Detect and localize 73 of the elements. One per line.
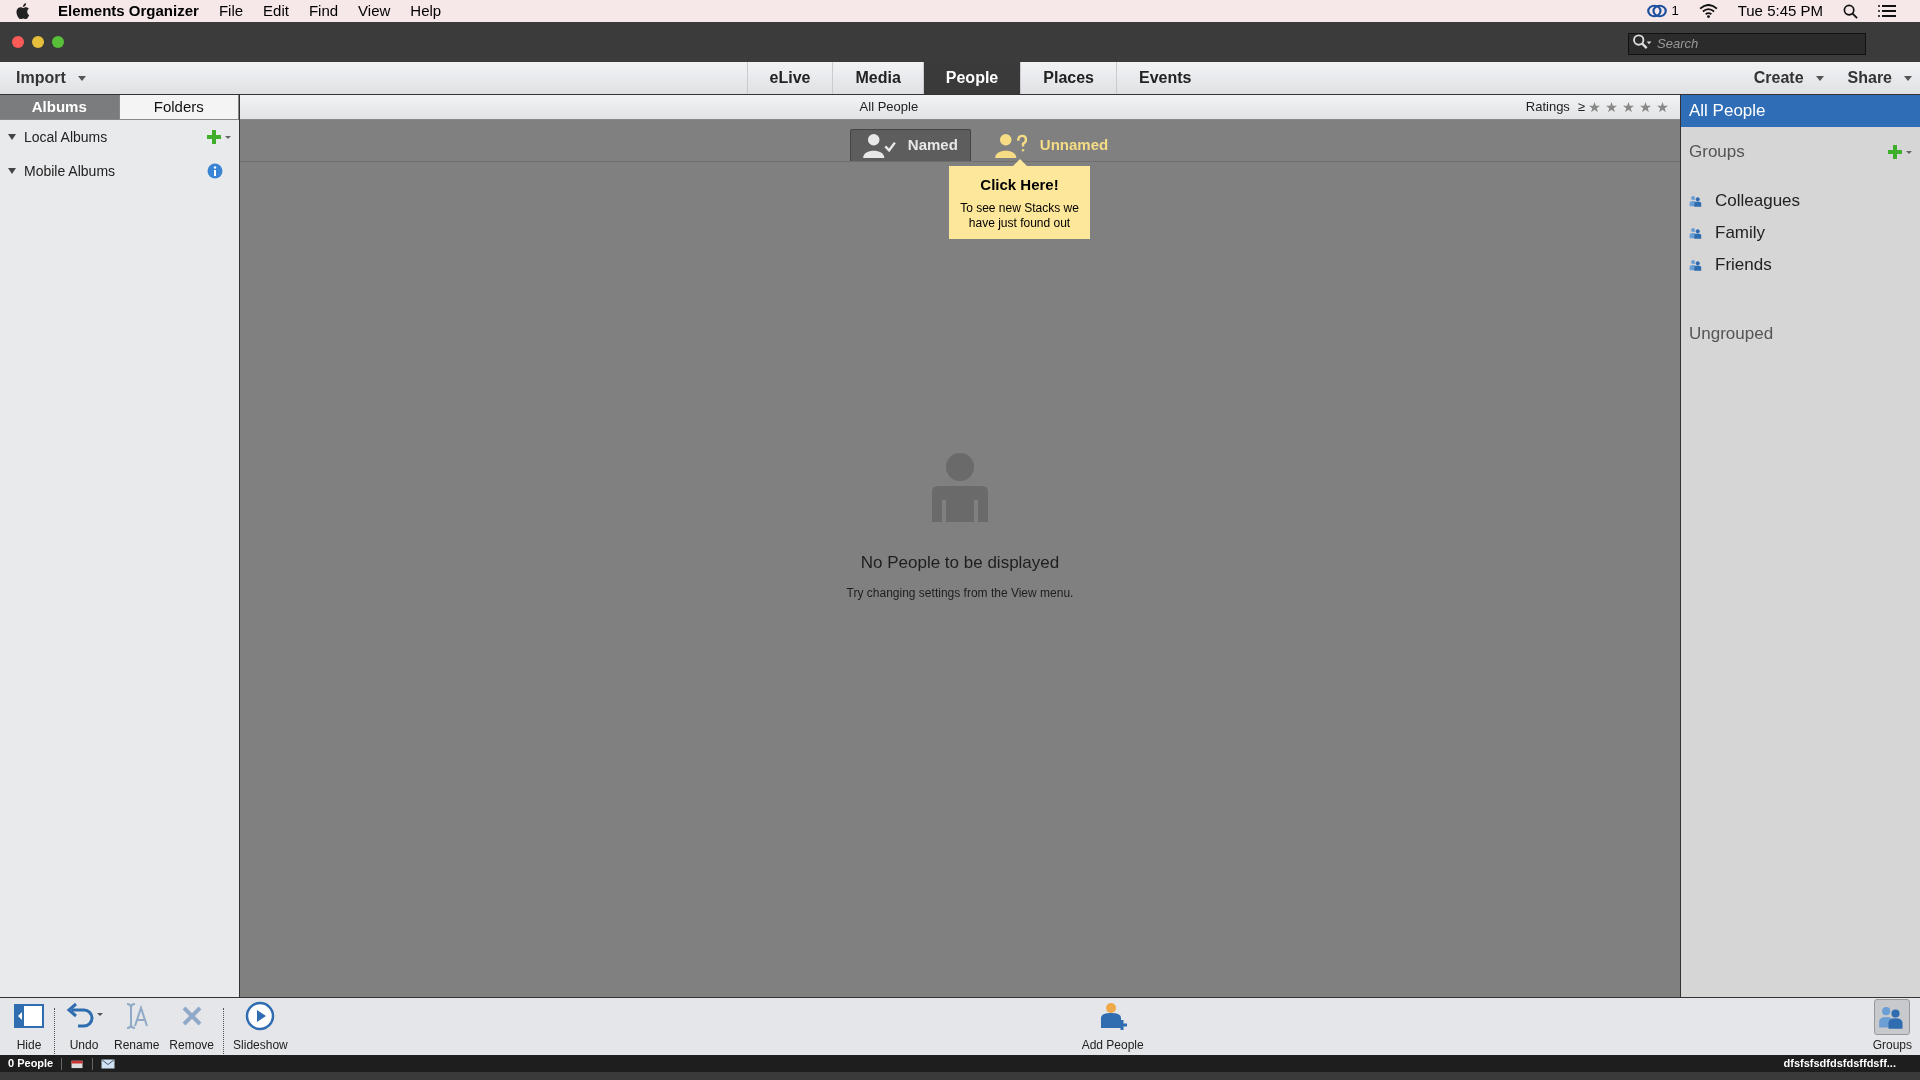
menu-item[interactable]: Find <box>308 0 339 23</box>
nav-tab[interactable]: eLive <box>746 62 833 94</box>
info-icon[interactable] <box>207 163 223 179</box>
menu-item[interactable]: Edit <box>263 0 289 23</box>
wifi-icon[interactable] <box>1698 4 1718 18</box>
toolbar-button[interactable]: Slideshow <box>228 999 293 1054</box>
star-icon[interactable] <box>1606 101 1617 113</box>
disclosure-triangle[interactable] <box>8 134 16 140</box>
album-section[interactable]: Local Albums <box>24 126 199 148</box>
star-icon[interactable] <box>1589 101 1600 113</box>
ratings-operator[interactable]: ≥ <box>1577 97 1585 117</box>
import-button[interactable]: Import <box>16 66 86 90</box>
menu-clock[interactable]: Tue 5:45 PM <box>1737 0 1823 23</box>
caret-icon <box>1904 75 1912 81</box>
list-icon[interactable] <box>1878 4 1896 18</box>
panel-tab[interactable]: Folders <box>119 95 239 119</box>
menu-item[interactable]: View <box>358 0 391 23</box>
nav-tab[interactable]: Places <box>1020 62 1116 94</box>
disclosure-triangle[interactable] <box>8 168 16 174</box>
filter-tab[interactable]: Named <box>849 129 971 161</box>
group-icon <box>1689 227 1703 239</box>
tooltip-text: To see new Stacks we have just found out <box>959 200 1080 231</box>
toolbar-button[interactable]: Add People <box>1081 999 1144 1054</box>
toolbar-button[interactable]: Hide <box>8 999 50 1054</box>
close-button[interactable] <box>12 36 24 48</box>
all-people-item[interactable]: All People <box>1681 95 1920 127</box>
caret-icon <box>77 75 86 81</box>
tooltip[interactable]: Click Here! To see new Stacks we have just found out <box>949 166 1090 239</box>
tooltip-title: Click Here! <box>979 175 1060 195</box>
toolbar-button[interactable]: Remove <box>164 999 220 1054</box>
group-icon <box>1689 259 1703 271</box>
group-item[interactable]: Friends <box>1681 249 1920 281</box>
toolbar-button[interactable]: Groups <box>1872 999 1912 1054</box>
group-item[interactable]: Family <box>1681 217 1920 249</box>
panel-tab[interactable]: Albums <box>0 95 120 119</box>
nav-tab[interactable]: Media <box>832 62 923 94</box>
app-name[interactable]: Elements Organizer <box>58 0 199 23</box>
empty-title: No People to be displayed <box>860 552 1060 574</box>
ungrouped-item[interactable]: Ungrouped <box>1681 321 1920 347</box>
zoom-button[interactable] <box>52 36 64 48</box>
group-icon <box>1689 195 1703 207</box>
person-check-icon <box>862 133 896 158</box>
people-count: 0 People <box>8 1056 54 1072</box>
calendar-icon[interactable] <box>70 1058 85 1069</box>
toolbar-button[interactable]: Rename <box>109 999 165 1054</box>
empty-hint: Try changing settings from the View menu. <box>846 584 1074 602</box>
menu-item[interactable]: File <box>218 0 244 23</box>
play-icon <box>244 999 277 1032</box>
album-section[interactable]: Mobile Albums <box>24 160 199 182</box>
caret-icon <box>1815 75 1824 81</box>
star-icon[interactable] <box>1657 101 1668 113</box>
menu-button[interactable]: Share <box>1847 66 1912 90</box>
mail-icon[interactable] <box>101 1058 116 1069</box>
status-text: dfsfsfsdfdsfdsffdsff... <box>1783 1056 1896 1072</box>
groups-heading: Groups <box>1689 141 1746 164</box>
star-icon[interactable] <box>1623 101 1634 113</box>
star-icon[interactable] <box>1640 101 1651 113</box>
search-icon[interactable] <box>1843 3 1858 19</box>
view-heading: All People <box>859 98 919 117</box>
menu-item[interactable]: Help <box>410 0 442 23</box>
search-icon <box>1632 34 1652 49</box>
cloud-icon[interactable] <box>1647 4 1668 18</box>
menu-button[interactable]: Create <box>1753 66 1824 90</box>
nav-tab[interactable]: People <box>922 62 1021 94</box>
minimize-button[interactable] <box>32 36 44 48</box>
toolbar-button[interactable]: Undo <box>59 999 109 1054</box>
cloud-count: 1 <box>1671 2 1679 21</box>
ratings-label: Ratings <box>1525 98 1570 117</box>
group-item[interactable]: Colleagues <box>1681 185 1920 217</box>
apple-icon[interactable] <box>16 3 30 19</box>
nav-tab[interactable]: Events <box>1116 62 1214 94</box>
person-question-icon <box>994 132 1028 158</box>
search-field[interactable]: Search <box>1628 32 1866 55</box>
